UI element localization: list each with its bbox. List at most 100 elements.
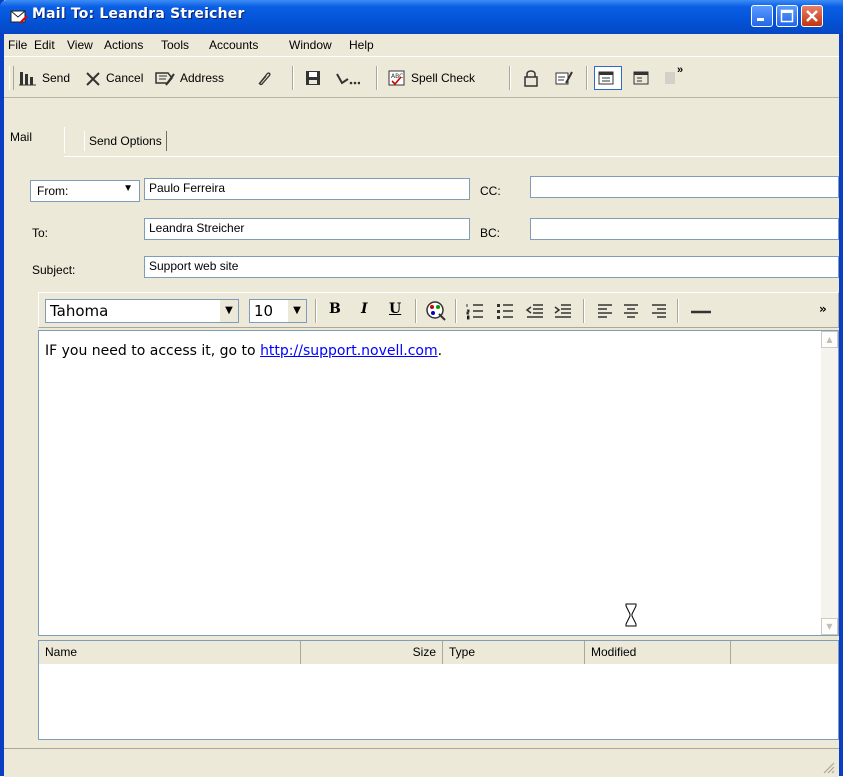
minimize-icon <box>757 18 764 21</box>
close-button[interactable] <box>801 5 823 27</box>
bc-field[interactable] <box>530 218 839 240</box>
attach-button[interactable] <box>254 67 276 89</box>
align-right-icon[interactable] <box>649 301 669 321</box>
menu-actions[interactable]: Actions <box>104 38 143 52</box>
body-text: IF you need to access it, go to http://s… <box>45 343 442 359</box>
menu-bar: File Edit View Actions Tools Accounts Wi… <box>4 34 839 56</box>
minimize-button[interactable] <box>751 5 773 27</box>
close-icon <box>806 10 818 22</box>
document-disabled-icon <box>665 72 675 84</box>
toolbar-separator <box>455 299 457 323</box>
dropdown-arrow-icon[interactable]: ▼ <box>220 300 238 322</box>
from-field[interactable]: Paulo Ferreira <box>144 178 470 200</box>
bc-label: BC: <box>480 226 501 240</box>
maximize-icon <box>780 9 794 23</box>
to-field[interactable]: Leandra Streicher <box>144 218 470 240</box>
underline-button[interactable]: U <box>389 301 401 317</box>
from-dropdown[interactable]: From: ▼ <box>30 180 140 202</box>
maximize-button[interactable] <box>776 5 798 27</box>
column-modified[interactable]: Modified <box>585 641 731 664</box>
toolbar-separator <box>415 299 417 323</box>
menu-file[interactable]: File <box>8 38 27 52</box>
save-draft-button[interactable] <box>304 67 326 89</box>
vertical-scrollbar[interactable]: ▲ ▼ <box>821 331 838 635</box>
cancel-icon <box>86 72 100 86</box>
cancel-button[interactable]: Cancel <box>84 67 143 89</box>
signature-icon <box>555 71 573 85</box>
menu-view[interactable]: View <box>67 38 93 52</box>
toolbar-grip[interactable] <box>9 66 14 90</box>
decrease-indent-icon[interactable] <box>525 301 545 321</box>
panel-view-icon <box>598 71 614 85</box>
title-bar[interactable]: Mail To: Leandra Streicher <box>0 0 843 34</box>
send-button[interactable]: Send <box>18 67 70 89</box>
address-label: Address <box>180 71 225 85</box>
italic-button[interactable]: I <box>361 301 368 317</box>
scroll-down-button[interactable]: ▼ <box>821 618 838 635</box>
toolbar-overflow-button[interactable]: » <box>677 59 683 81</box>
view-panel-button[interactable] <box>594 66 622 90</box>
menu-tools[interactable]: Tools <box>161 38 189 52</box>
menu-accounts[interactable]: Accounts <box>209 38 258 52</box>
increase-indent-icon[interactable] <box>553 301 573 321</box>
bullet-list-icon[interactable] <box>495 301 515 321</box>
format-overflow-button[interactable]: » <box>819 302 827 316</box>
toolbar-separator <box>583 299 585 323</box>
subject-label: Subject: <box>32 263 76 277</box>
send-icon <box>19 72 36 86</box>
subject-field[interactable]: Support web site <box>144 256 839 278</box>
toolbar-separator <box>586 66 588 90</box>
post-button[interactable] <box>334 67 364 89</box>
numbered-list-icon[interactable] <box>465 301 485 321</box>
compose-window: Mail To: Leandra Streicher File Edit Vie… <box>0 0 843 777</box>
status-bar <box>4 748 839 777</box>
view-html-button[interactable] <box>632 67 654 89</box>
font-size-select[interactable]: 10 ▼ <box>249 299 307 323</box>
from-label: From: <box>37 184 69 198</box>
align-center-icon[interactable] <box>621 301 641 321</box>
menu-help[interactable]: Help <box>349 38 374 52</box>
color-palette-icon[interactable] <box>425 300 447 322</box>
cc-field[interactable] <box>530 176 839 198</box>
bold-button[interactable]: B <box>329 301 341 317</box>
dropdown-arrow-icon: ▼ <box>123 183 133 194</box>
signature-button[interactable] <box>554 67 578 89</box>
attachments-list[interactable]: Name Size Type Modified <box>38 640 839 740</box>
menu-edit[interactable]: Edit <box>34 38 55 52</box>
column-name[interactable]: Name <box>39 641 301 664</box>
lock-icon <box>524 70 538 87</box>
tab-mail-label: Mail <box>10 130 33 144</box>
menu-window[interactable]: Window <box>289 38 332 52</box>
horizontal-rule-icon[interactable] <box>689 301 713 321</box>
document-view-icon <box>633 71 649 85</box>
column-type[interactable]: Type <box>443 641 585 664</box>
column-empty <box>731 641 838 664</box>
tab-send-options[interactable]: Send Options <box>84 131 167 151</box>
tab-divider <box>64 156 839 157</box>
address-button[interactable]: Address <box>154 67 224 89</box>
column-size[interactable]: Size <box>301 641 443 664</box>
formatting-toolbar: Tahoma ▼ 10 ▼ B I U » <box>38 292 839 328</box>
message-body[interactable]: IF you need to access it, go to http://s… <box>38 330 839 636</box>
send-label: Send <box>42 71 71 85</box>
save-disk-icon <box>306 71 320 85</box>
body-link[interactable]: http://support.novell.com <box>260 343 438 359</box>
security-button[interactable] <box>522 67 544 89</box>
toolbar-separator <box>376 66 378 90</box>
paperclip-icon <box>258 72 271 86</box>
spell-check-label: Spell Check <box>411 71 476 85</box>
spell-check-button[interactable]: ABC Spell Check <box>387 67 475 89</box>
to-label: To: <box>32 226 49 240</box>
resize-grip-icon[interactable] <box>821 760 835 774</box>
tab-mail[interactable]: Mail <box>4 127 65 153</box>
toolbar-separator <box>315 299 317 323</box>
align-left-icon[interactable] <box>595 301 615 321</box>
window-title: Mail To: Leandra Streicher <box>32 6 245 22</box>
spell-check-icon: ABC <box>388 70 405 86</box>
cc-label: CC: <box>480 184 501 198</box>
font-family-select[interactable]: Tahoma ▼ <box>45 299 239 323</box>
hourglass-cursor-icon <box>625 603 637 627</box>
scroll-up-button[interactable]: ▲ <box>821 331 838 348</box>
dropdown-arrow-icon[interactable]: ▼ <box>288 300 306 322</box>
font-size-value: 10 <box>254 302 274 320</box>
